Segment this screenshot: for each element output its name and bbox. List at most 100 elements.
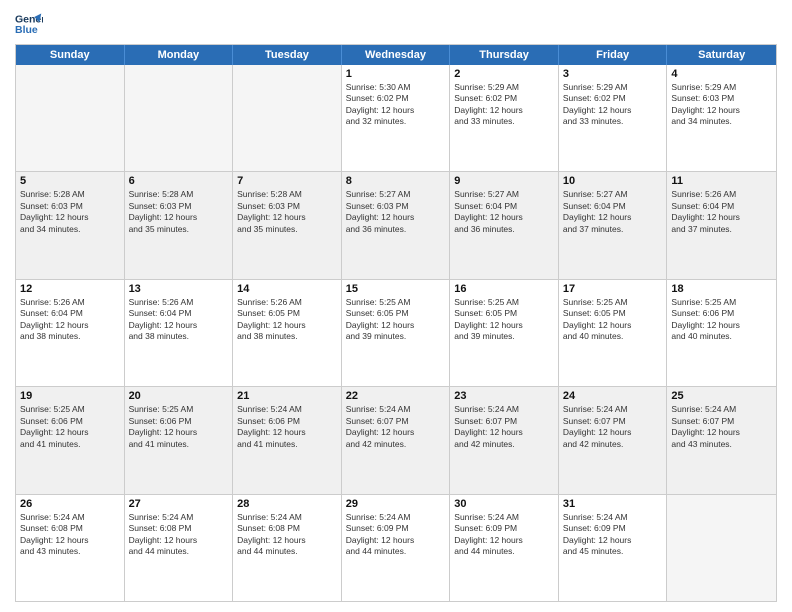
day-cell: 11Sunrise: 5:26 AMSunset: 6:04 PMDayligh…	[667, 172, 776, 278]
day-number: 6	[129, 175, 229, 187]
col-header-wednesday: Wednesday	[342, 45, 451, 65]
day-info: Sunrise: 5:27 AMSunset: 6:04 PMDaylight:…	[454, 189, 554, 235]
col-header-thursday: Thursday	[450, 45, 559, 65]
day-number: 24	[563, 390, 663, 402]
col-header-monday: Monday	[125, 45, 234, 65]
day-cell: 20 Sunrise: 5:25 AMSunset: 6:06 PMDayligh…	[125, 387, 234, 493]
day-number: 5	[20, 175, 120, 187]
day-info: Sunrise: 5:25 AMSunset: 6:06 PMDaylight:…	[671, 297, 772, 343]
col-header-sunday: Sunday	[16, 45, 125, 65]
day-cell: 16 Sunrise: 5:25 AMSunset: 6:05 PMDayligh…	[450, 280, 559, 386]
day-info: Sunrise: 5:24 AMSunset: 6:07 PMDaylight:…	[346, 404, 446, 450]
day-info: Sunrise: 5:24 AMSunset: 6:08 PMDaylight:…	[237, 512, 337, 558]
day-info: Sunrise: 5:25 AMSunset: 6:06 PMDaylight:…	[20, 404, 120, 450]
day-number: 8	[346, 175, 446, 187]
day-cell	[667, 495, 776, 601]
day-number: 9	[454, 175, 554, 187]
day-info: Sunrise: 5:24 AMSunset: 6:07 PMDaylight:…	[454, 404, 554, 450]
day-cell: 17 Sunrise: 5:25 AMSunset: 6:05 PMDayligh…	[559, 280, 668, 386]
day-cell: 23 Sunrise: 5:24 AMSunset: 6:07 PMDayligh…	[450, 387, 559, 493]
column-headers: SundayMondayTuesdayWednesdayThursdayFrid…	[16, 45, 776, 65]
day-cell: 10 Sunrise: 5:27 AMSunset: 6:04 PMDayligh…	[559, 172, 668, 278]
day-cell: 13Sunrise: 5:26 AMSunset: 6:04 PMDayligh…	[125, 280, 234, 386]
day-cell: 8Sunrise: 5:27 AMSunset: 6:03 PMDaylight…	[342, 172, 451, 278]
day-cell: 29Sunrise: 5:24 AMSunset: 6:09 PMDayligh…	[342, 495, 451, 601]
day-cell: 15Sunrise: 5:25 AMSunset: 6:05 PMDayligh…	[342, 280, 451, 386]
day-cell: 12 Sunrise: 5:26 AMSunset: 6:04 PMDayligh…	[16, 280, 125, 386]
day-number: 22	[346, 390, 446, 402]
day-cell: 18 Sunrise: 5:25 AMSunset: 6:06 PMDayligh…	[667, 280, 776, 386]
week-row-2: 5 Sunrise: 5:28 AMSunset: 6:03 PMDaylight…	[16, 171, 776, 278]
svg-text:Blue: Blue	[15, 24, 38, 36]
day-number: 26	[20, 498, 120, 510]
day-info: Sunrise: 5:25 AMSunset: 6:05 PMDaylight:…	[454, 297, 554, 343]
calendar: SundayMondayTuesdayWednesdayThursdayFrid…	[15, 44, 777, 602]
day-number: 28	[237, 498, 337, 510]
day-info: Sunrise: 5:24 AMSunset: 6:09 PMDaylight:…	[563, 512, 663, 558]
day-info: Sunrise: 5:24 AMSunset: 6:06 PMDaylight:…	[237, 404, 337, 450]
day-cell: 3Sunrise: 5:29 AMSunset: 6:02 PMDaylight…	[559, 65, 668, 171]
day-info: Sunrise: 5:25 AMSunset: 6:06 PMDaylight:…	[129, 404, 229, 450]
day-cell: 9 Sunrise: 5:27 AMSunset: 6:04 PMDaylight…	[450, 172, 559, 278]
day-cell: 30Sunrise: 5:24 AMSunset: 6:09 PMDayligh…	[450, 495, 559, 601]
logo: General Blue	[15, 10, 47, 38]
day-cell: 7 Sunrise: 5:28 AMSunset: 6:03 PMDaylight…	[233, 172, 342, 278]
header: General Blue	[15, 10, 777, 38]
day-number: 14	[237, 283, 337, 295]
day-number: 16	[454, 283, 554, 295]
day-info: Sunrise: 5:28 AMSunset: 6:03 PMDaylight:…	[129, 189, 229, 235]
day-number: 31	[563, 498, 663, 510]
day-number: 23	[454, 390, 554, 402]
day-info: Sunrise: 5:25 AMSunset: 6:05 PMDaylight:…	[346, 297, 446, 343]
logo-icon: General Blue	[15, 10, 43, 38]
week-row-4: 19 Sunrise: 5:25 AMSunset: 6:06 PMDayligh…	[16, 386, 776, 493]
day-cell: 6 Sunrise: 5:28 AMSunset: 6:03 PMDaylight…	[125, 172, 234, 278]
day-number: 2	[454, 68, 554, 80]
day-number: 18	[671, 283, 772, 295]
day-cell: 5 Sunrise: 5:28 AMSunset: 6:03 PMDaylight…	[16, 172, 125, 278]
day-number: 7	[237, 175, 337, 187]
day-info: Sunrise: 5:24 AMSunset: 6:08 PMDaylight:…	[20, 512, 120, 558]
day-cell: 4Sunrise: 5:29 AMSunset: 6:03 PMDaylight…	[667, 65, 776, 171]
day-number: 25	[671, 390, 772, 402]
day-info: Sunrise: 5:28 AMSunset: 6:03 PMDaylight:…	[237, 189, 337, 235]
day-cell: 19 Sunrise: 5:25 AMSunset: 6:06 PMDayligh…	[16, 387, 125, 493]
col-header-saturday: Saturday	[667, 45, 776, 65]
day-cell: 21 Sunrise: 5:24 AMSunset: 6:06 PMDayligh…	[233, 387, 342, 493]
day-info: Sunrise: 5:24 AMSunset: 6:07 PMDaylight:…	[563, 404, 663, 450]
day-cell: 2 Sunrise: 5:29 AMSunset: 6:02 PMDaylight…	[450, 65, 559, 171]
day-cell: 26 Sunrise: 5:24 AMSunset: 6:08 PMDayligh…	[16, 495, 125, 601]
day-number: 27	[129, 498, 229, 510]
day-cell	[233, 65, 342, 171]
day-info: Sunrise: 5:26 AMSunset: 6:04 PMDaylight:…	[671, 189, 772, 235]
week-row-5: 26 Sunrise: 5:24 AMSunset: 6:08 PMDayligh…	[16, 494, 776, 601]
day-info: Sunrise: 5:27 AMSunset: 6:04 PMDaylight:…	[563, 189, 663, 235]
day-number: 21	[237, 390, 337, 402]
day-cell: 24 Sunrise: 5:24 AMSunset: 6:07 PMDayligh…	[559, 387, 668, 493]
day-number: 10	[563, 175, 663, 187]
weeks: 1 Sunrise: 5:30 AMSunset: 6:02 PMDaylight…	[16, 65, 776, 601]
day-info: Sunrise: 5:24 AMSunset: 6:07 PMDaylight:…	[671, 404, 772, 450]
day-info: Sunrise: 5:29 AMSunset: 6:02 PMDaylight:…	[454, 82, 554, 128]
day-number: 19	[20, 390, 120, 402]
day-cell: 1 Sunrise: 5:30 AMSunset: 6:02 PMDaylight…	[342, 65, 451, 171]
day-info: Sunrise: 5:24 AMSunset: 6:09 PMDaylight:…	[346, 512, 446, 558]
day-info: Sunrise: 5:25 AMSunset: 6:05 PMDaylight:…	[563, 297, 663, 343]
day-cell: 14Sunrise: 5:26 AMSunset: 6:05 PMDayligh…	[233, 280, 342, 386]
day-number: 20	[129, 390, 229, 402]
day-cell: 28 Sunrise: 5:24 AMSunset: 6:08 PMDayligh…	[233, 495, 342, 601]
day-number: 1	[346, 68, 446, 80]
week-row-1: 1 Sunrise: 5:30 AMSunset: 6:02 PMDaylight…	[16, 65, 776, 171]
day-cell: 22 Sunrise: 5:24 AMSunset: 6:07 PMDayligh…	[342, 387, 451, 493]
day-number: 17	[563, 283, 663, 295]
day-info: Sunrise: 5:30 AMSunset: 6:02 PMDaylight:…	[346, 82, 446, 128]
day-number: 3	[563, 68, 663, 80]
day-info: Sunrise: 5:26 AMSunset: 6:04 PMDaylight:…	[20, 297, 120, 343]
col-header-tuesday: Tuesday	[233, 45, 342, 65]
day-number: 12	[20, 283, 120, 295]
day-number: 4	[671, 68, 772, 80]
day-number: 13	[129, 283, 229, 295]
col-header-friday: Friday	[559, 45, 668, 65]
day-info: Sunrise: 5:28 AMSunset: 6:03 PMDaylight:…	[20, 189, 120, 235]
day-cell: 27Sunrise: 5:24 AMSunset: 6:08 PMDayligh…	[125, 495, 234, 601]
